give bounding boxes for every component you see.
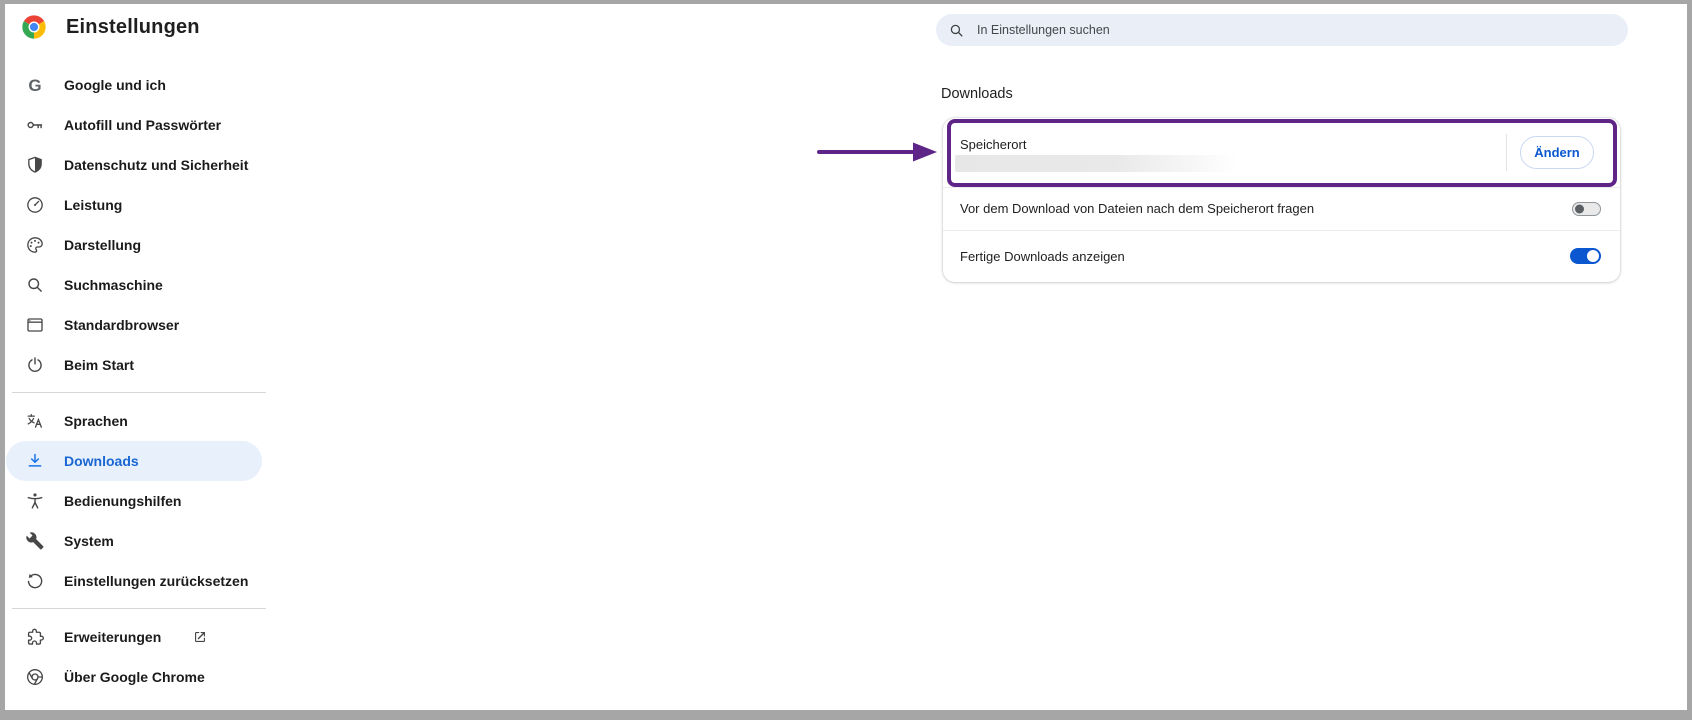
key-icon <box>25 115 45 135</box>
chrome-logo-icon <box>25 667 45 687</box>
sidebar-item-erweiterungen[interactable]: Erweiterungen <box>0 617 268 657</box>
section-heading-downloads: Downloads <box>941 86 1013 102</box>
download-icon <box>25 451 45 471</box>
download-path-redacted <box>955 155 1247 172</box>
sidebar-item-google-und-ich[interactable]: G Google und ich <box>0 65 268 105</box>
power-icon <box>25 355 45 375</box>
palette-icon <box>25 235 45 255</box>
ask-location-toggle[interactable] <box>1572 202 1601 216</box>
sidebar-item-downloads[interactable]: Downloads <box>6 441 262 481</box>
sidebar-item-autofill[interactable]: Autofill und Passwörter <box>0 105 268 145</box>
sidebar-item-suchmaschine[interactable]: Suchmaschine <box>0 265 268 305</box>
chrome-settings-window: Einstellungen G Google und ich Autofill … <box>0 0 1692 720</box>
toggle-knob <box>1587 250 1599 262</box>
row-vertical-divider <box>1506 134 1507 171</box>
chrome-logo-icon <box>20 13 48 41</box>
sidebar-item-ueber-google-chrome[interactable]: Über Google Chrome <box>0 657 268 697</box>
show-downloads-label: Fertige Downloads anzeigen <box>960 249 1125 264</box>
accessibility-icon <box>25 491 45 511</box>
sidebar-item-leistung[interactable]: Leistung <box>0 185 268 225</box>
sidebar-item-darstellung[interactable]: Darstellung <box>0 225 268 265</box>
settings-search-bar[interactable] <box>936 14 1628 46</box>
browser-window-icon <box>25 315 45 335</box>
change-location-button[interactable]: Ändern <box>1520 136 1594 169</box>
sidebar-item-sprachen[interactable]: Sprachen <box>0 401 268 441</box>
sidebar-item-datenschutz[interactable]: Datenschutz und Sicherheit <box>0 145 268 185</box>
reset-icon <box>25 571 45 591</box>
sidebar-item-system[interactable]: System <box>0 521 268 561</box>
search-input[interactable] <box>975 22 1616 38</box>
settings-sidebar: G Google und ich Autofill und Passwörter… <box>0 65 268 697</box>
sidebar-item-zuruecksetzen[interactable]: Einstellungen zurücksetzen <box>0 561 268 601</box>
screenshot-border-right <box>1687 0 1692 720</box>
toggle-knob <box>1575 204 1584 213</box>
wrench-icon <box>25 531 45 551</box>
setting-row-ask-location: Vor dem Download von Dateien nach dem Sp… <box>943 187 1620 230</box>
speicherort-label: Speicherort <box>960 137 1026 152</box>
sidebar-divider <box>12 608 266 609</box>
sidebar-divider <box>12 392 266 393</box>
speedometer-icon <box>25 195 45 215</box>
magnifier-icon <box>25 275 45 295</box>
screenshot-border-top <box>0 0 1692 4</box>
ask-location-label: Vor dem Download von Dateien nach dem Sp… <box>960 201 1314 216</box>
annotation-arrow-icon <box>813 139 941 165</box>
setting-row-show-downloads: Fertige Downloads anzeigen <box>943 230 1620 282</box>
external-link-icon <box>192 629 208 645</box>
google-g-icon: G <box>25 75 45 95</box>
downloads-settings-card: Speicherort Ändern Vor dem Download von … <box>943 118 1620 282</box>
settings-header: Einstellungen <box>20 13 200 41</box>
page-title: Einstellungen <box>66 16 200 39</box>
sidebar-item-standardbrowser[interactable]: Standardbrowser <box>0 305 268 345</box>
translate-icon <box>25 411 45 431</box>
show-downloads-toggle[interactable] <box>1570 248 1601 264</box>
screenshot-border-bottom <box>0 710 1692 720</box>
search-icon <box>948 22 965 39</box>
puzzle-icon <box>25 627 45 647</box>
setting-row-speicherort: Speicherort Ändern <box>943 118 1620 187</box>
sidebar-item-beim-start[interactable]: Beim Start <box>0 345 268 385</box>
sidebar-item-bedienungshilfen[interactable]: Bedienungshilfen <box>0 481 268 521</box>
shield-icon <box>25 155 45 175</box>
